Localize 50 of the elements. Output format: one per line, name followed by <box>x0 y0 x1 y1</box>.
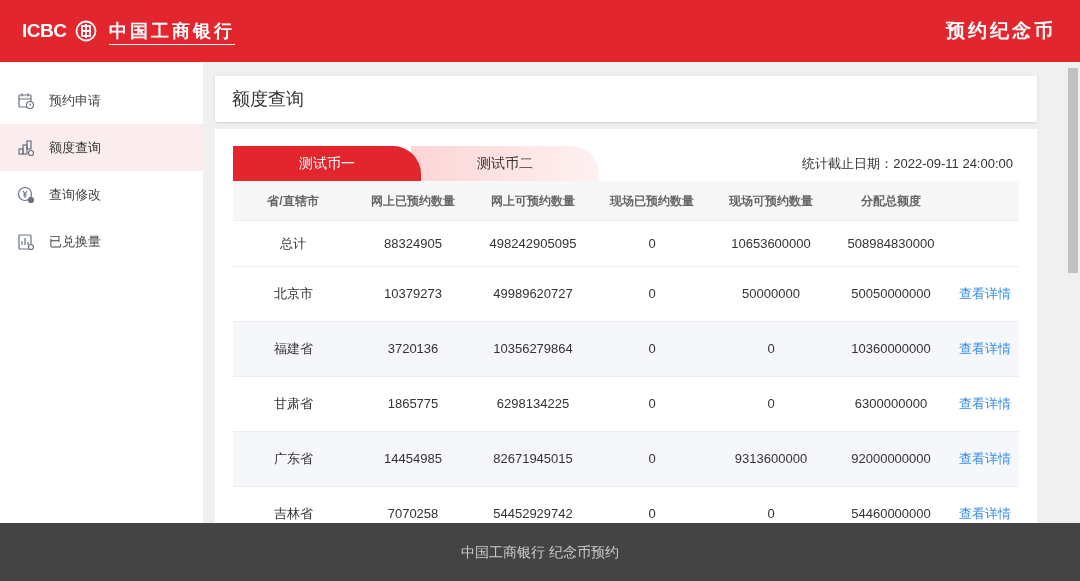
bank-logo-icon <box>74 20 97 42</box>
calendar-icon <box>17 91 35 110</box>
sidebar-item[interactable]: 查询修改 <box>0 171 203 218</box>
table-cell: 3720136 <box>353 322 473 377</box>
bank-name: 中国工商银行 <box>108 17 235 45</box>
chart-icon <box>17 138 35 157</box>
coin-icon <box>17 185 35 204</box>
table-cell: 福建省 <box>233 322 353 377</box>
details-link[interactable]: 查看详情 <box>959 504 1011 523</box>
table-cell: 10653600000 <box>711 221 831 267</box>
table-cell: 10360000000 <box>831 322 951 377</box>
table-cell: 508984830000 <box>831 221 951 267</box>
report-icon <box>17 232 35 251</box>
table-cell: 14454985 <box>353 432 473 487</box>
column-header: 现场已预约数量 <box>593 181 711 221</box>
column-header: 省/直辖市 <box>233 181 353 221</box>
table-cell: 92000000000 <box>831 432 951 487</box>
table-cell: 总计 <box>233 221 353 267</box>
page-title: 额度查询 <box>232 87 304 111</box>
table-cell: 82671945015 <box>473 432 593 487</box>
table-cell: 88324905 <box>353 221 473 267</box>
sidebar-item[interactable]: 已兑换量 <box>0 218 203 265</box>
sidebar-item-label: 预约申请 <box>49 91 101 110</box>
table-cell: 0 <box>711 322 831 377</box>
table-cell: 498242905095 <box>473 221 593 267</box>
footer-text: 中国工商银行 纪念币预约 <box>461 542 619 562</box>
column-header: 现场可预约数量 <box>711 181 831 221</box>
tab[interactable]: 测试币二 <box>411 146 599 181</box>
table-cell: 10356279864 <box>473 322 593 377</box>
table-cell: 广东省 <box>233 432 353 487</box>
table-cell: 0 <box>593 322 711 377</box>
page-banner-title: 预约纪念币 <box>946 18 1056 43</box>
column-header: 网上已预约数量 <box>353 181 473 221</box>
table-cell: 0 <box>593 221 711 267</box>
table-cell: 0 <box>593 432 711 487</box>
details-link[interactable]: 查看详情 <box>959 394 1011 414</box>
details-link[interactable]: 查看详情 <box>959 449 1011 469</box>
details-link[interactable]: 查看详情 <box>959 339 1011 359</box>
sidebar-item[interactable]: 额度查询 <box>0 124 203 171</box>
sidebar-item-label: 额度查询 <box>49 138 101 157</box>
column-header: 网上可预约数量 <box>473 181 593 221</box>
brand-logo-text: ICBC <box>22 18 67 43</box>
sidebar-item-label: 查询修改 <box>49 185 101 204</box>
sidebar-item-label: 已兑换量 <box>49 232 101 251</box>
details-link[interactable]: 查看详情 <box>959 284 1011 304</box>
stat-date: 统计截止日期：2022-09-11 24:00:00 <box>802 154 1013 173</box>
table-cell: 9313600000 <box>711 432 831 487</box>
column-header: 分配总额度 <box>831 181 951 221</box>
tab[interactable]: 测试币一 <box>233 146 421 181</box>
sidebar-item[interactable]: 预约申请 <box>0 77 203 124</box>
